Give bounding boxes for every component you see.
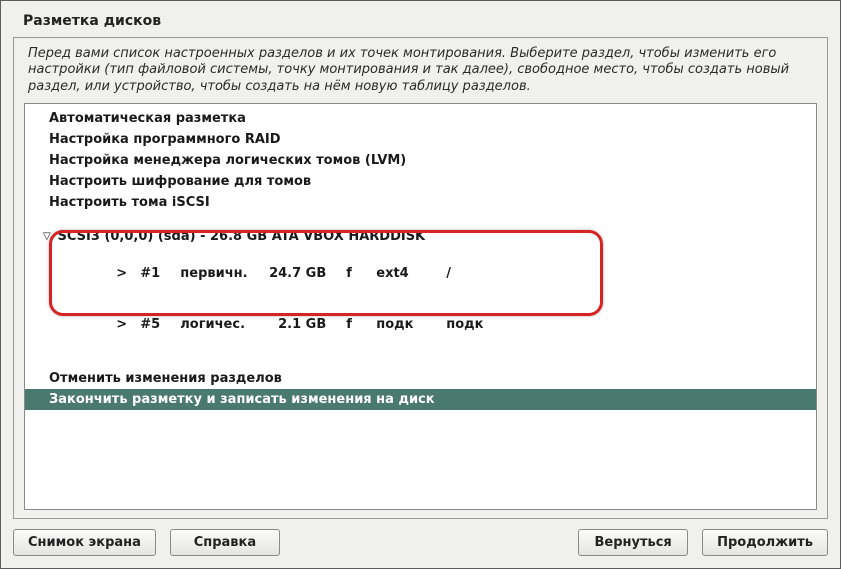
help-button[interactable]: Справка	[170, 529, 280, 556]
disk-header-text: SCSI3 (0,0,0) (sda) - 26.8 GB ATA VBOX H…	[58, 229, 426, 244]
blank-row	[25, 360, 816, 368]
option-lvm[interactable]: Настройка менеджера логических томов (LV…	[25, 150, 816, 171]
partitioner-window: Разметка дисков Перед вами список настро…	[0, 0, 841, 569]
screenshot-button[interactable]: Снимок экрана	[13, 529, 156, 556]
action-finish[interactable]: Закончить разметку и записать изменения …	[25, 389, 816, 410]
partition-listbox[interactable]: Автоматическая разметка Настройка програ…	[24, 103, 817, 510]
option-auto[interactable]: Автоматическая разметка	[25, 108, 816, 129]
option-iscsi[interactable]: Настроить тома iSCSI	[25, 192, 816, 213]
back-button[interactable]: Вернуться	[578, 529, 688, 556]
page-title: Разметка дисков	[13, 11, 828, 37]
disk-block: ▽ SCSI3 (0,0,0) (sda) - 26.8 GB ATA VBOX…	[35, 223, 806, 354]
expand-icon: ▽	[43, 231, 53, 242]
blank-row	[25, 213, 816, 221]
option-raid[interactable]: Настройка программного RAID	[25, 129, 816, 150]
partition-row-2[interactable]: >#5логичес.2.1 GBfподкподк	[43, 299, 794, 350]
arrow-icon: >	[116, 266, 140, 281]
option-crypto[interactable]: Настроить шифрование для томов	[25, 171, 816, 192]
action-undo[interactable]: Отменить изменения разделов	[25, 368, 816, 389]
continue-button[interactable]: Продолжить	[702, 529, 828, 556]
button-group-right: Вернуться Продолжить	[578, 529, 828, 556]
main-frame: Перед вами список настроенных разделов и…	[13, 37, 828, 519]
button-bar: Снимок экрана Справка Вернуться Продолжи…	[13, 519, 828, 556]
disk-header[interactable]: ▽ SCSI3 (0,0,0) (sda) - 26.8 GB ATA VBOX…	[43, 227, 794, 248]
intro-text: Перед вами список настроенных разделов и…	[24, 46, 817, 103]
arrow-icon: >	[116, 317, 140, 332]
button-group-left: Снимок экрана Справка	[13, 529, 280, 556]
partition-row-1[interactable]: >#1первичн.24.7 GBfext4/	[43, 248, 794, 299]
